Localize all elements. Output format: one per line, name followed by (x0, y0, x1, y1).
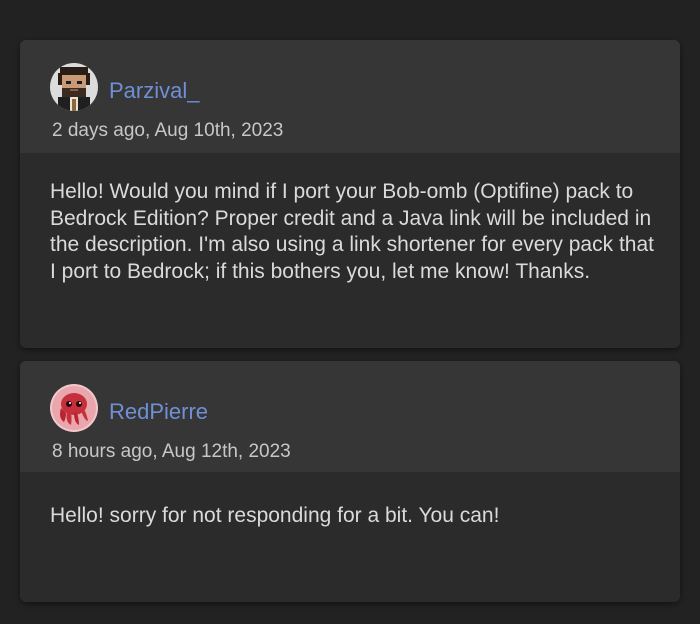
comment-header: Parzival_ 2 days ago, Aug 10th, 2023 (20, 40, 680, 153)
comment-author[interactable]: Parzival_ (109, 78, 199, 104)
pixel-man-avatar-icon[interactable] (50, 63, 98, 111)
comment-card: RedPierre 8 hours ago, Aug 12th, 2023 He… (20, 361, 680, 602)
comment-body: Hello! sorry for not responding for a bi… (50, 504, 500, 527)
comment-timestamp: 8 hours ago, Aug 12th, 2023 (52, 441, 291, 462)
comment-timestamp: 2 days ago, Aug 10th, 2023 (52, 120, 284, 141)
red-octopus-avatar-icon[interactable] (50, 384, 98, 432)
comment-body: Hello! Would you mind if I port your Bob… (50, 180, 654, 283)
comment-card: Parzival_ 2 days ago, Aug 10th, 2023 Hel… (20, 40, 680, 348)
comment-header: RedPierre 8 hours ago, Aug 12th, 2023 (20, 361, 680, 472)
comment-author[interactable]: RedPierre (109, 399, 208, 425)
